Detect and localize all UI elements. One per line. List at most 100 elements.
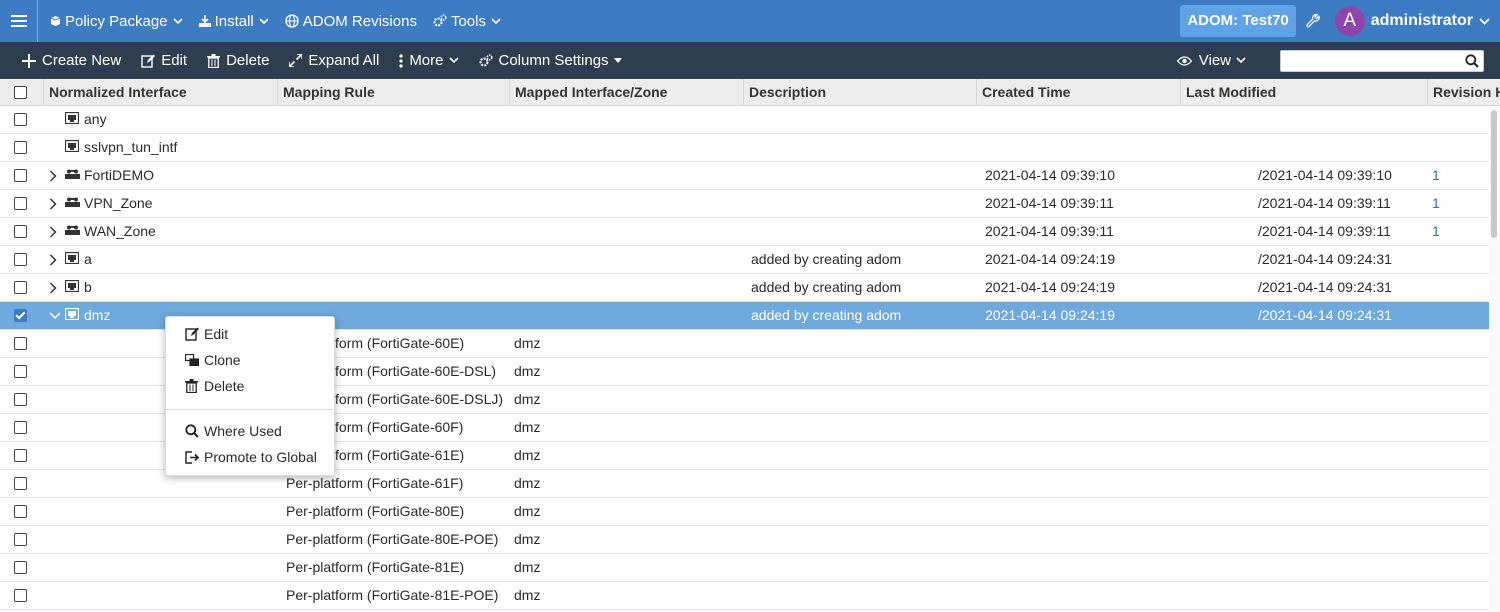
context-clone-item[interactable]: Clone <box>185 350 241 370</box>
cell-revision[interactable]: 1 <box>1432 218 1440 246</box>
expand-all-button[interactable]: Expand All <box>289 42 379 79</box>
more-menu-button[interactable]: More <box>399 42 459 79</box>
select-all-checkbox[interactable] <box>14 86 27 99</box>
policy-package-menu[interactable]: Policy Package <box>50 0 183 42</box>
chevron-down-icon <box>448 57 459 64</box>
chevron-down-icon[interactable] <box>49 302 61 330</box>
row-checkbox[interactable] <box>14 589 27 602</box>
cell-created-time: 2021-04-14 09:24:19 <box>985 251 1115 267</box>
row-checkbox[interactable] <box>14 533 27 546</box>
row-checkbox[interactable] <box>14 421 27 434</box>
row-checkbox[interactable] <box>14 141 27 154</box>
search-input[interactable] <box>1281 50 1461 71</box>
top-navigation-bar: Policy Package Install ADOM Revisions To… <box>0 0 1500 42</box>
column-header-last-modified[interactable]: Last Modified <box>1180 79 1428 106</box>
table-row[interactable]: Per-platform (FortiGate-80E-POE) dmz <box>0 526 1489 554</box>
context-clone-label: Clone <box>204 352 241 368</box>
cell-mapped-interface: dmz <box>514 363 541 379</box>
view-menu-button[interactable]: View <box>1176 52 1246 69</box>
row-checkbox[interactable] <box>14 365 27 378</box>
table-row[interactable]: Per-platform (FortiGate-80E) dmz <box>0 498 1489 526</box>
chevron-down-icon <box>491 17 501 25</box>
column-header-mapped-interface[interactable]: Mapped Interface/Zone <box>509 79 744 106</box>
cell-revision[interactable]: 1 <box>1432 190 1440 218</box>
globe-icon <box>285 14 299 28</box>
cell-description: added by creating adom <box>751 251 902 267</box>
table-row[interactable]: a added by creating adom 2021-04-14 09:24:… <box>0 246 1489 274</box>
column-header-description[interactable]: Description <box>743 79 977 106</box>
row-checkbox[interactable] <box>14 449 27 462</box>
policy-package-label: Policy Package <box>65 12 168 30</box>
user-menu[interactable]: administrator <box>1371 12 1490 30</box>
row-checkbox[interactable] <box>14 225 27 238</box>
cell-mapped-interface: dmz <box>514 559 541 575</box>
column-settings-button[interactable]: Column Settings <box>479 42 622 79</box>
column-header-mapping-rule[interactable]: Mapping Rule <box>277 79 510 106</box>
scrollbar-thumb[interactable] <box>1491 110 1497 238</box>
cell-name: any <box>84 111 107 127</box>
context-menu: Edit Clone Delete Where Used Promote to … <box>165 316 336 476</box>
cell-revision[interactable]: 1 <box>1432 162 1440 190</box>
row-checkbox[interactable] <box>14 477 27 490</box>
table-row[interactable]: b added by creating adom 2021-04-14 09:24:… <box>0 274 1489 302</box>
more-label: More <box>409 52 444 69</box>
cell-mapping-rule: Per-platform (FortiGate-81E-POE) <box>286 587 499 603</box>
zone-icon <box>65 168 80 180</box>
context-promote-item[interactable]: Promote to Global <box>185 447 317 467</box>
table-row[interactable]: VPN_Zone 2021-04-14 09:39:11/2021-04-14 0… <box>0 190 1489 218</box>
edit-icon <box>141 54 156 68</box>
row-checkbox[interactable] <box>14 337 27 350</box>
table-row[interactable]: Per-platform (FortiGate-81E-POE) dmz <box>0 582 1489 610</box>
interface-icon <box>65 112 79 124</box>
column-header-normalized-interface[interactable]: Normalized Interface <box>43 79 278 106</box>
row-checkbox[interactable] <box>14 197 27 210</box>
table-row[interactable]: WAN_Zone 2021-04-14 09:39:11/2021-04-14 0… <box>0 218 1489 246</box>
cell-mapped-interface: dmz <box>514 587 541 603</box>
table-row[interactable]: FortiDEMO 2021-04-14 09:39:10/2021-04-14 … <box>0 162 1489 190</box>
trash-icon <box>207 53 221 68</box>
row-checkbox[interactable] <box>14 281 27 294</box>
context-delete-label: Delete <box>204 378 245 394</box>
row-checkbox[interactable] <box>14 113 27 126</box>
row-checkbox[interactable] <box>14 561 27 574</box>
menu-icon[interactable] <box>0 0 38 42</box>
cell-last-modified: /2021-04-14 09:24:31 <box>1258 279 1392 295</box>
context-edit-item[interactable]: Edit <box>185 324 228 344</box>
context-where-used-item[interactable]: Where Used <box>185 421 282 441</box>
adom-revisions-menu[interactable]: ADOM Revisions <box>285 0 417 42</box>
avatar[interactable]: A <box>1334 6 1365 36</box>
search-box <box>1280 49 1484 72</box>
chevron-right-icon[interactable] <box>49 218 61 246</box>
row-checkbox[interactable] <box>14 393 27 406</box>
context-promote-label: Promote to Global <box>204 449 317 465</box>
row-checkbox[interactable] <box>14 309 27 322</box>
context-where-used-label: Where Used <box>204 423 282 439</box>
cell-name: VPN_Zone <box>84 195 153 211</box>
chevron-right-icon[interactable] <box>49 162 61 190</box>
interface-icon <box>65 280 79 292</box>
row-checkbox[interactable] <box>14 169 27 182</box>
install-menu[interactable]: Install <box>198 0 269 42</box>
adom-selector[interactable]: ADOM: Test70 <box>1180 5 1296 37</box>
delete-button[interactable]: Delete <box>207 42 269 79</box>
wrench-icon[interactable] <box>1306 13 1321 29</box>
cell-mapped-interface: dmz <box>514 531 541 547</box>
row-checkbox[interactable] <box>14 505 27 518</box>
row-checkbox[interactable] <box>14 253 27 266</box>
column-header-revision-history[interactable]: Revision H <box>1427 79 1500 106</box>
zone-icon <box>65 224 80 236</box>
table-row[interactable]: Per-platform (FortiGate-81E) dmz <box>0 554 1489 582</box>
chevron-right-icon[interactable] <box>49 274 61 302</box>
tools-menu[interactable]: Tools <box>433 0 501 42</box>
table-row[interactable]: any <box>0 106 1489 134</box>
chevron-right-icon[interactable] <box>49 246 61 274</box>
cell-mapping-rule: Per-platform (FortiGate-80E-POE) <box>286 531 499 547</box>
edit-button[interactable]: Edit <box>141 42 187 79</box>
column-header-created-time[interactable]: Created Time <box>976 79 1181 106</box>
search-icon[interactable] <box>1465 53 1479 68</box>
chevron-right-icon[interactable] <box>49 190 61 218</box>
context-delete-item[interactable]: Delete <box>185 376 244 396</box>
table-row[interactable]: sslvpn_tun_intf <box>0 134 1489 162</box>
create-new-button[interactable]: Create New <box>22 42 121 79</box>
package-icon <box>50 15 61 27</box>
